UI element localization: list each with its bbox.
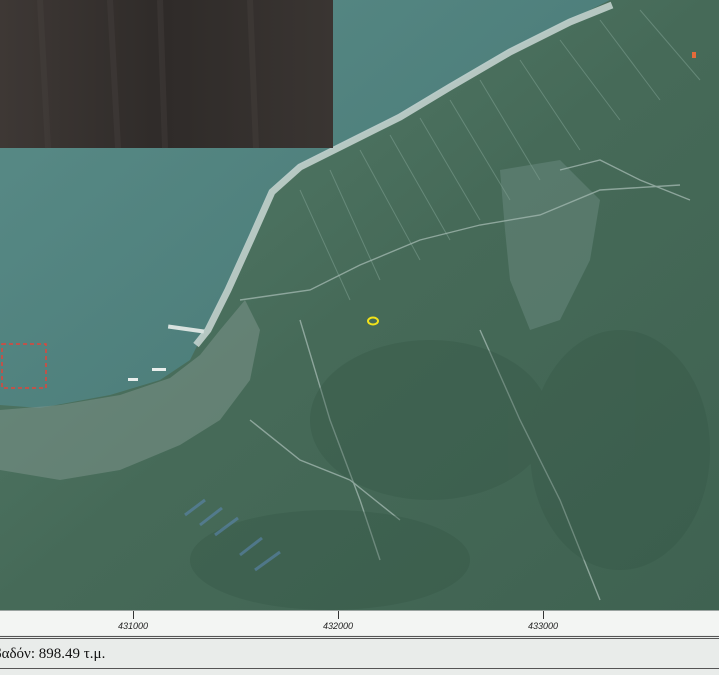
boat-2: [128, 378, 138, 381]
coordinate-axis: 431000 432000 433000: [0, 610, 719, 635]
plot-area-text: βαδόν: 898.49 τ.μ.: [0, 646, 106, 662]
axis-tick-431000: [133, 611, 134, 619]
footer-divider-top: [0, 636, 719, 639]
map-image: [0, 0, 719, 610]
axis-tick-432000: [338, 611, 339, 619]
footer-divider-bottom: [0, 668, 719, 669]
axis-label-431000: 431000: [117, 621, 149, 631]
orange-marker: [692, 52, 696, 58]
axis-label-433000: 433000: [527, 621, 559, 631]
boat-1: [152, 368, 166, 371]
satellite-map[interactable]: [0, 0, 719, 610]
axis-tick-433000: [543, 611, 544, 619]
axis-label-432000: 432000: [322, 621, 354, 631]
